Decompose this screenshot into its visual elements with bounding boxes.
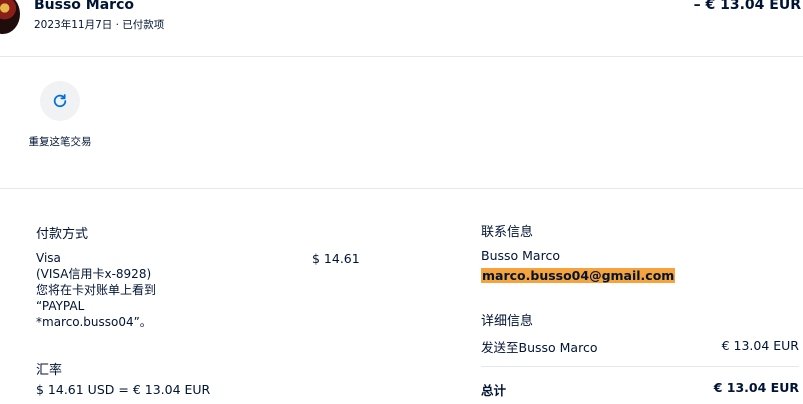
ship-to-label: 发送至Busso Marco	[481, 340, 598, 355]
divider	[481, 366, 799, 367]
details-title: 详细信息	[481, 314, 534, 329]
repeat-transaction-button[interactable]	[40, 81, 80, 121]
payment-method-line: 您将在卡对账单上看到	[36, 283, 157, 297]
exchange-rate-title: 汇率	[36, 363, 63, 378]
merchant-avatar	[0, 0, 20, 34]
repeat-transaction-label[interactable]: 重复这笔交易	[22, 135, 98, 150]
transaction-details-page: Busso Marco 2023年11月7日 · 已付款项 – € 13.04 …	[0, 0, 803, 404]
ship-to-amount: € 13.04 EUR	[721, 338, 799, 353]
refresh-icon	[53, 94, 67, 108]
merchant-name: Busso Marco	[34, 0, 134, 13]
payment-method-details: Visa (VISA信用卡x-8928) 您将在卡对账单上看到 “PAYPAL …	[36, 250, 266, 330]
payment-method-line: *marco.busso04”。	[36, 315, 152, 329]
payment-method-line: (VISA信用卡x-8928)	[36, 267, 152, 281]
total-label: 总计	[481, 383, 507, 398]
contact-email[interactable]: marco.busso04@gmail.com	[481, 268, 676, 283]
payment-method-line: Visa	[36, 251, 61, 265]
divider	[0, 56, 803, 57]
payment-method-line: “PAYPAL	[36, 299, 85, 313]
transaction-date-status: 2023年11月7日 · 已付款项	[34, 19, 165, 31]
total-amount: € 13.04 EUR	[713, 380, 799, 395]
divider	[0, 188, 803, 189]
payment-amount: $ 14.61	[312, 251, 360, 266]
contact-name: Busso Marco	[481, 248, 560, 263]
exchange-rate-value: $ 14.61 USD = € 13.04 EUR	[36, 382, 211, 397]
payment-method-title: 付款方式	[36, 227, 89, 242]
transaction-amount: – € 13.04 EUR	[693, 0, 801, 13]
contact-info-title: 联系信息	[481, 225, 534, 240]
